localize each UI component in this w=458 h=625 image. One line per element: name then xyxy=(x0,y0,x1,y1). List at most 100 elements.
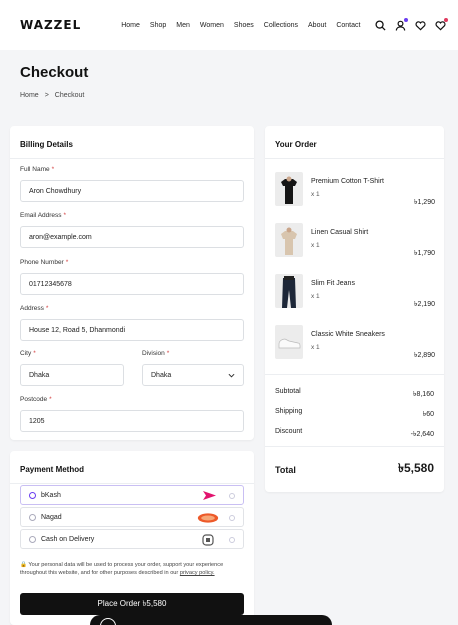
breadcrumb-current: Checkout xyxy=(54,92,85,99)
bkash-radio[interactable] xyxy=(29,491,36,499)
nav-men[interactable]: Men xyxy=(176,22,190,29)
city-label: City * xyxy=(20,350,36,357)
heart-icon[interactable] xyxy=(414,19,426,31)
wishlist-heart-icon[interactable] xyxy=(434,18,448,31)
cod-check-icon xyxy=(229,537,235,543)
division-value: Dhaka xyxy=(151,371,172,379)
billing-title: Billing Details xyxy=(20,140,73,149)
item-price: ৳2,190 xyxy=(413,301,435,308)
breadcrumb: Home > Checkout xyxy=(20,92,84,99)
payment-card: Payment Method bKash Nagad Cash on Deliv… xyxy=(10,451,254,625)
nav-shop[interactable]: Shop xyxy=(150,22,166,29)
payment-title: Payment Method xyxy=(20,465,85,474)
privacy-notice: 🔒 Your personal data will be used to pro… xyxy=(20,561,246,577)
list-item[interactable]: Premium Cotton T-Shirt x 1 ৳1,290 xyxy=(275,172,435,210)
full-name-field[interactable]: Aron Chowdhury xyxy=(20,180,244,202)
billing-divider xyxy=(10,158,254,159)
email-field[interactable]: aron@example.com xyxy=(20,226,244,248)
city-field[interactable]: Dhaka xyxy=(20,364,124,386)
division-select[interactable]: Dhaka xyxy=(142,364,244,386)
brand-logo[interactable]: WAZZEL xyxy=(20,18,81,32)
user-icon[interactable] xyxy=(394,18,408,31)
item-name: Premium Cotton T-Shirt xyxy=(311,178,385,185)
main-nav: Home Shop Men Women Shoes Collections Ab… xyxy=(121,22,374,29)
shirt-image xyxy=(275,223,303,257)
item-price: ৳1,290 xyxy=(413,199,435,206)
item-qty: x 1 xyxy=(311,293,320,300)
header-actions xyxy=(374,18,448,31)
cash-icon xyxy=(197,533,219,546)
discount-row: Discount -৳2,640 xyxy=(275,428,434,440)
postcode-field[interactable]: 1205 xyxy=(20,410,244,432)
site-header: WAZZEL Home Shop Men Women Shoes Collect… xyxy=(0,0,458,50)
nagad-logo-icon xyxy=(197,512,219,523)
email-label: Email Address * xyxy=(20,212,67,219)
address-field[interactable]: House 12, Road 5, Dhanmondi xyxy=(20,319,244,341)
item-name: Slim Fit Jeans xyxy=(311,280,355,287)
jeans-image xyxy=(275,274,303,308)
item-qty: x 1 xyxy=(311,191,320,198)
shipping-label: Shipping xyxy=(275,408,303,415)
nav-home[interactable]: Home xyxy=(121,22,140,29)
subtotal-value: ৳8,160 xyxy=(412,391,434,398)
privacy-link[interactable]: privacy policy. xyxy=(180,570,215,576)
page-title: Checkout xyxy=(20,64,89,81)
phone-field[interactable]: 01712345678 xyxy=(20,273,244,295)
nagad-check-icon xyxy=(229,515,235,521)
nav-women[interactable]: Women xyxy=(200,22,224,29)
total-divider xyxy=(265,446,444,447)
postcode-label: Postcode * xyxy=(20,396,52,403)
lock-icon: 🔒 xyxy=(20,562,27,568)
phone-label: Phone Number * xyxy=(20,259,69,266)
order-title: Your Order xyxy=(275,140,317,149)
billing-card: Billing Details Full Name * Aron Chowdhur… xyxy=(10,126,254,440)
subtotal-row: Subtotal ৳8,160 xyxy=(275,388,434,400)
nagad-radio[interactable] xyxy=(29,513,36,521)
discount-label: Discount xyxy=(275,428,303,435)
item-qty: x 1 xyxy=(311,242,320,249)
cod-label: Cash on Delivery xyxy=(41,535,95,543)
payment-option-cod[interactable]: Cash on Delivery xyxy=(20,529,244,549)
list-item[interactable]: Linen Casual Shirt x 1 ৳1,790 xyxy=(275,223,435,261)
discount-value: -৳2,640 xyxy=(410,431,434,438)
nav-collections[interactable]: Collections xyxy=(264,22,298,29)
list-item[interactable]: Classic White Sneakers x 1 ৳2,890 xyxy=(275,325,435,363)
chevron-down-icon xyxy=(228,373,235,378)
order-summary-card: Your Order Premium Cotton T-Shirt x 1 ৳1… xyxy=(265,126,444,492)
place-order-button[interactable]: Place Order ৳5,580 xyxy=(20,593,244,615)
division-label: Division * xyxy=(142,350,170,357)
item-name: Linen Casual Shirt xyxy=(311,229,369,236)
nav-about[interactable]: About xyxy=(308,22,326,29)
total-label: Total xyxy=(275,465,296,475)
item-price: ৳2,890 xyxy=(413,352,435,359)
search-icon[interactable] xyxy=(374,19,386,31)
sneaker-image xyxy=(275,325,303,359)
subtotal-label: Subtotal xyxy=(275,388,301,395)
user-badge-dot xyxy=(404,18,408,22)
order-divider xyxy=(265,158,444,159)
full-name-label: Full Name * xyxy=(20,166,55,173)
tshirt-image xyxy=(275,172,303,206)
list-item[interactable]: Slim Fit Jeans x 1 ৳2,190 xyxy=(275,274,435,312)
item-price: ৳1,790 xyxy=(413,250,435,257)
payment-divider xyxy=(10,483,254,484)
nagad-label: Nagad xyxy=(41,513,62,521)
shipping-value: ৳60 xyxy=(422,411,434,418)
item-qty: x 1 xyxy=(311,344,320,351)
breadcrumb-separator: > xyxy=(44,92,49,99)
item-name: Classic White Sneakers xyxy=(311,331,385,338)
bkash-logo-icon xyxy=(197,490,219,501)
address-label: Address * xyxy=(20,305,49,312)
total-value: ৳5,580 xyxy=(397,461,434,475)
nav-contact[interactable]: Contact xyxy=(336,22,360,29)
bkash-check-icon xyxy=(229,493,235,499)
nav-shoes[interactable]: Shoes xyxy=(234,22,254,29)
payment-option-bkash[interactable]: bKash xyxy=(20,485,244,505)
items-divider xyxy=(265,374,444,375)
floating-toolbar[interactable] xyxy=(90,615,332,625)
breadcrumb-home[interactable]: Home xyxy=(20,92,39,99)
wishlist-badge-dot xyxy=(444,18,448,22)
payment-option-nagad[interactable]: Nagad xyxy=(20,507,244,527)
shipping-row: Shipping ৳60 xyxy=(275,408,434,420)
cod-radio[interactable] xyxy=(29,535,36,543)
